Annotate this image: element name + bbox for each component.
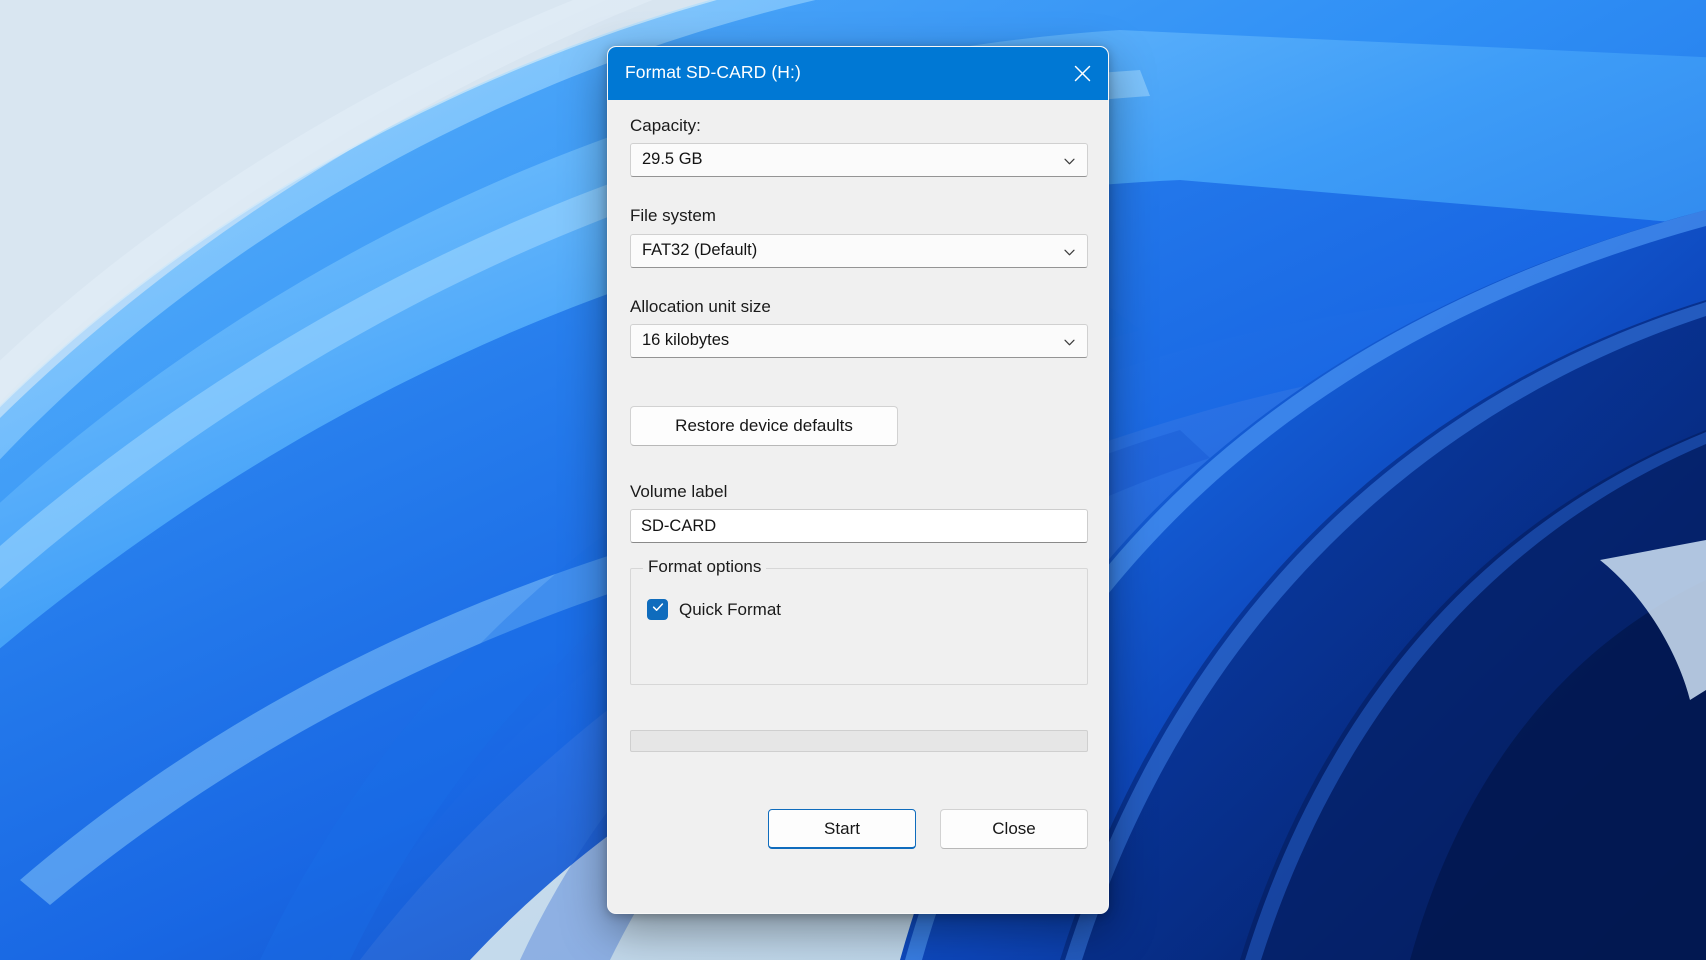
checkmark-icon xyxy=(651,600,665,619)
file-system-combobox[interactable]: FAT32 (Default) xyxy=(630,234,1088,268)
file-system-value: FAT32 (Default) xyxy=(642,241,757,260)
volume-label-label: Volume label xyxy=(630,482,727,502)
dialog-title: Format SD-CARD (H:) xyxy=(625,62,801,83)
allocation-unit-size-label: Allocation unit size xyxy=(630,297,771,317)
dialog-body: Capacity: 29.5 GB File system FAT32 (Def… xyxy=(608,100,1108,914)
file-system-label: File system xyxy=(630,206,716,226)
chevron-down-icon xyxy=(1063,336,1076,349)
volume-label-input[interactable] xyxy=(630,509,1088,543)
quick-format-label: Quick Format xyxy=(679,600,781,620)
format-dialog: Format SD-CARD (H:) Capacity: 29.5 GB Fi… xyxy=(607,46,1109,914)
quick-format-checkbox[interactable] xyxy=(647,599,668,620)
format-options-group: Format options Quick Format xyxy=(630,568,1088,685)
allocation-unit-size-value: 16 kilobytes xyxy=(642,331,729,350)
format-progress-bar xyxy=(630,730,1088,752)
chevron-down-icon xyxy=(1063,246,1076,259)
quick-format-checkbox-row[interactable]: Quick Format xyxy=(647,599,781,620)
capacity-value: 29.5 GB xyxy=(642,150,703,169)
format-options-legend: Format options xyxy=(643,557,766,577)
close-icon xyxy=(1073,64,1092,83)
dialog-titlebar: Format SD-CARD (H:) xyxy=(608,47,1108,100)
start-button[interactable]: Start xyxy=(768,809,916,849)
close-button[interactable] xyxy=(1056,47,1108,100)
allocation-unit-size-combobox[interactable]: 16 kilobytes xyxy=(630,324,1088,358)
capacity-combobox[interactable]: 29.5 GB xyxy=(630,143,1088,177)
restore-device-defaults-button[interactable]: Restore device defaults xyxy=(630,406,898,446)
chevron-down-icon xyxy=(1063,155,1076,168)
capacity-label: Capacity: xyxy=(630,116,701,136)
close-dialog-button[interactable]: Close xyxy=(940,809,1088,849)
